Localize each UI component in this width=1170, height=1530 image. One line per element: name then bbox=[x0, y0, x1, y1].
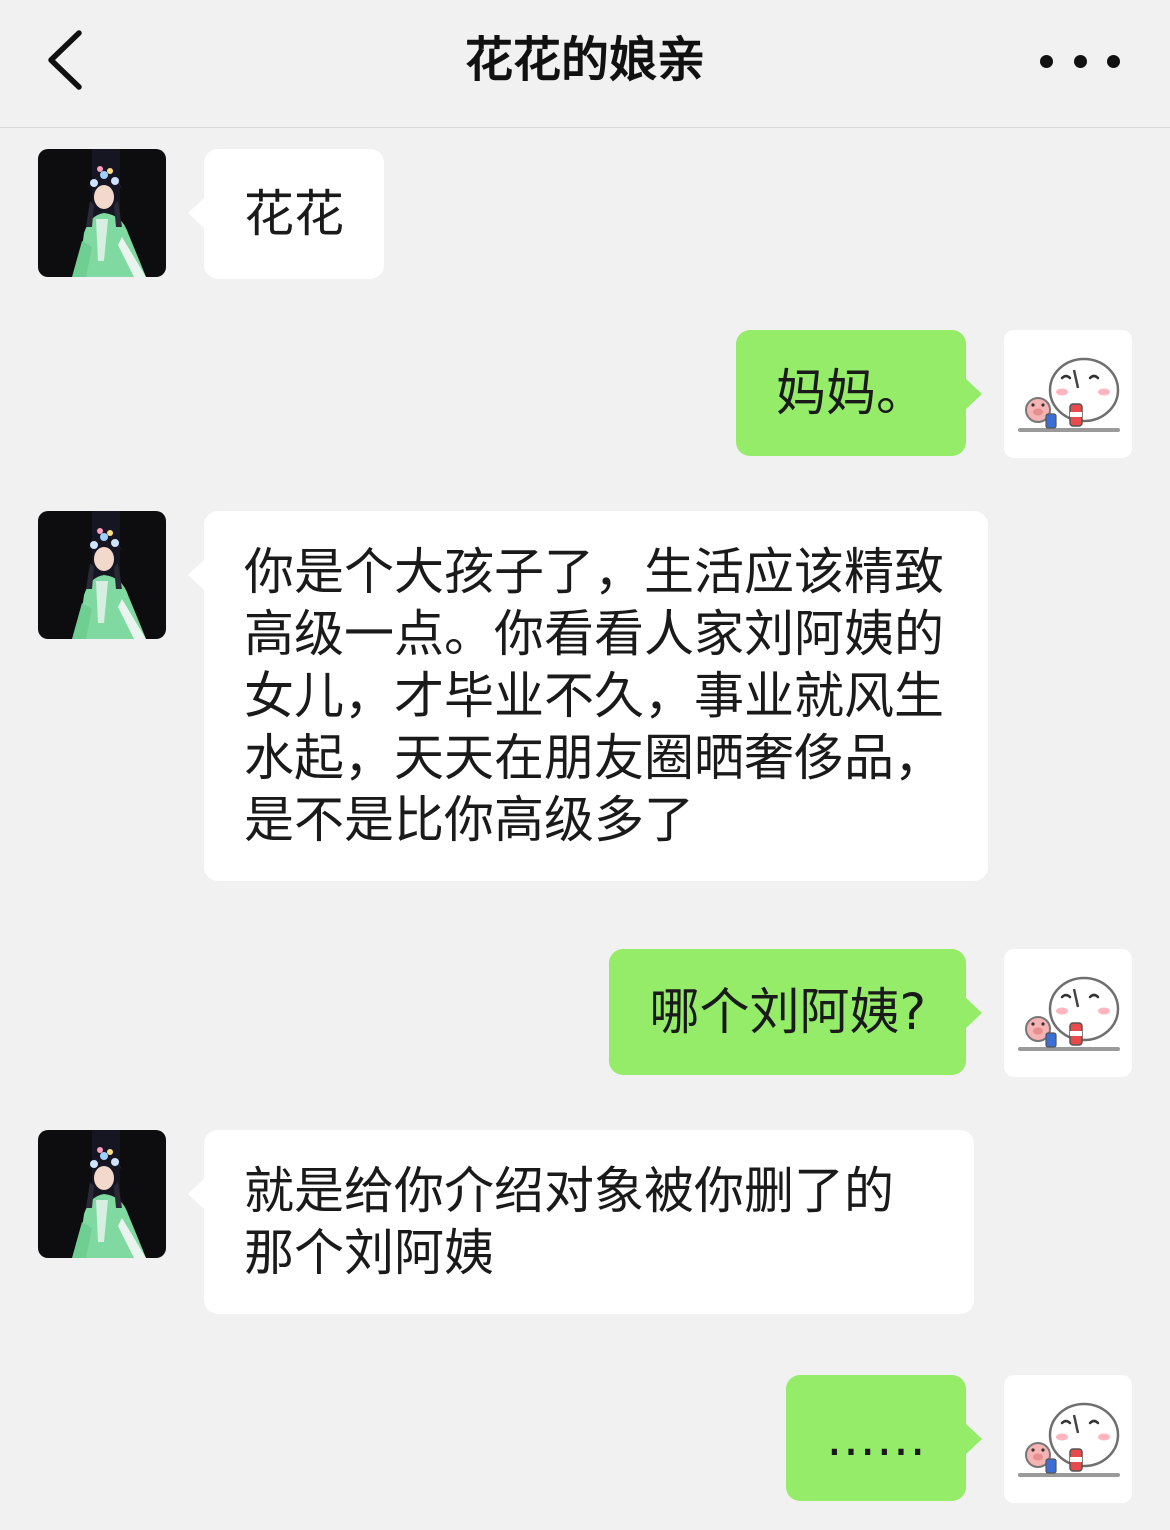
message-text: 妈妈。 bbox=[776, 364, 926, 422]
avatar[interactable] bbox=[1004, 1375, 1132, 1503]
message-bubble-outgoing[interactable]: …… bbox=[786, 1375, 982, 1501]
avatar[interactable] bbox=[38, 511, 166, 639]
chat-header: 花花的娘亲 bbox=[0, 0, 1170, 128]
message-bubble-incoming[interactable]: 就是给你介绍对象被你删了的那个刘阿姨 bbox=[188, 1130, 974, 1314]
opera-performer-avatar-icon bbox=[38, 149, 166, 277]
chat-title: 花花的娘亲 bbox=[464, 32, 705, 88]
more-dots-icon bbox=[1107, 54, 1120, 68]
message-text: 你是个大孩子了，生活应该精致高级一点。你看看人家刘阿姨的女儿，才毕业不久，事业就… bbox=[244, 543, 944, 849]
opera-performer-avatar-icon bbox=[38, 1130, 166, 1258]
more-dots-icon bbox=[1040, 54, 1053, 68]
avatar[interactable] bbox=[38, 1130, 166, 1258]
message-text: 花花 bbox=[244, 185, 344, 243]
message-bubble-incoming[interactable]: 你是个大孩子了，生活应该精致高级一点。你看看人家刘阿姨的女儿，才毕业不久，事业就… bbox=[188, 511, 988, 881]
message-text: 哪个刘阿姨? bbox=[649, 983, 926, 1041]
cartoon-bun-avatar-icon bbox=[1004, 330, 1132, 458]
cartoon-bun-avatar-icon bbox=[1004, 1375, 1132, 1503]
message-bubble-outgoing[interactable]: 妈妈。 bbox=[736, 330, 982, 456]
cartoon-bun-avatar-icon bbox=[1004, 949, 1132, 1077]
avatar[interactable] bbox=[38, 149, 166, 277]
message-text: …… bbox=[826, 1409, 926, 1467]
opera-performer-avatar-icon bbox=[38, 511, 166, 639]
more-button[interactable] bbox=[1040, 38, 1120, 84]
more-dots-icon bbox=[1073, 54, 1087, 68]
message-bubble-incoming[interactable]: 花花 bbox=[188, 149, 384, 279]
message-text: 就是给你介绍对象被你删了的那个刘阿姨 bbox=[244, 1162, 894, 1282]
avatar[interactable] bbox=[1004, 949, 1132, 1077]
avatar[interactable] bbox=[1004, 330, 1132, 458]
message-bubble-outgoing[interactable]: 哪个刘阿姨? bbox=[609, 949, 982, 1075]
